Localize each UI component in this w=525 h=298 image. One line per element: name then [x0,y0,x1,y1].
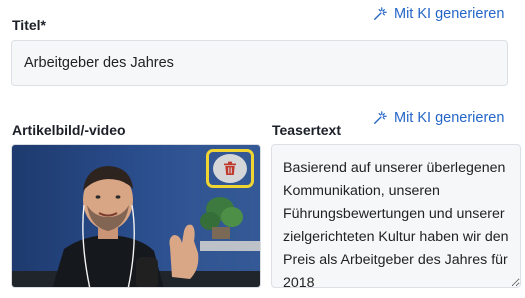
magic-sparkle-icon [374,111,387,124]
trash-icon [224,161,236,175]
teaser-textarea[interactable]: Basierend auf unserer überlegenen Kommun… [271,144,521,288]
title-label: Titel* [12,17,46,33]
teaser-ai-generate-label: Mit KI generieren [394,110,505,126]
teaser-ai-generate-link[interactable]: Mit KI generieren [373,110,504,126]
title-ai-generate-label: Mit KI generieren [394,6,505,22]
teaser-label: Teasertext [272,122,342,138]
delete-media-button[interactable] [213,154,247,183]
title-ai-generate-link[interactable]: Mit KI generieren [373,6,504,22]
media-label: Artikelbild/-video [12,122,126,138]
magic-sparkle-icon [374,7,387,20]
title-input[interactable] [11,40,508,86]
